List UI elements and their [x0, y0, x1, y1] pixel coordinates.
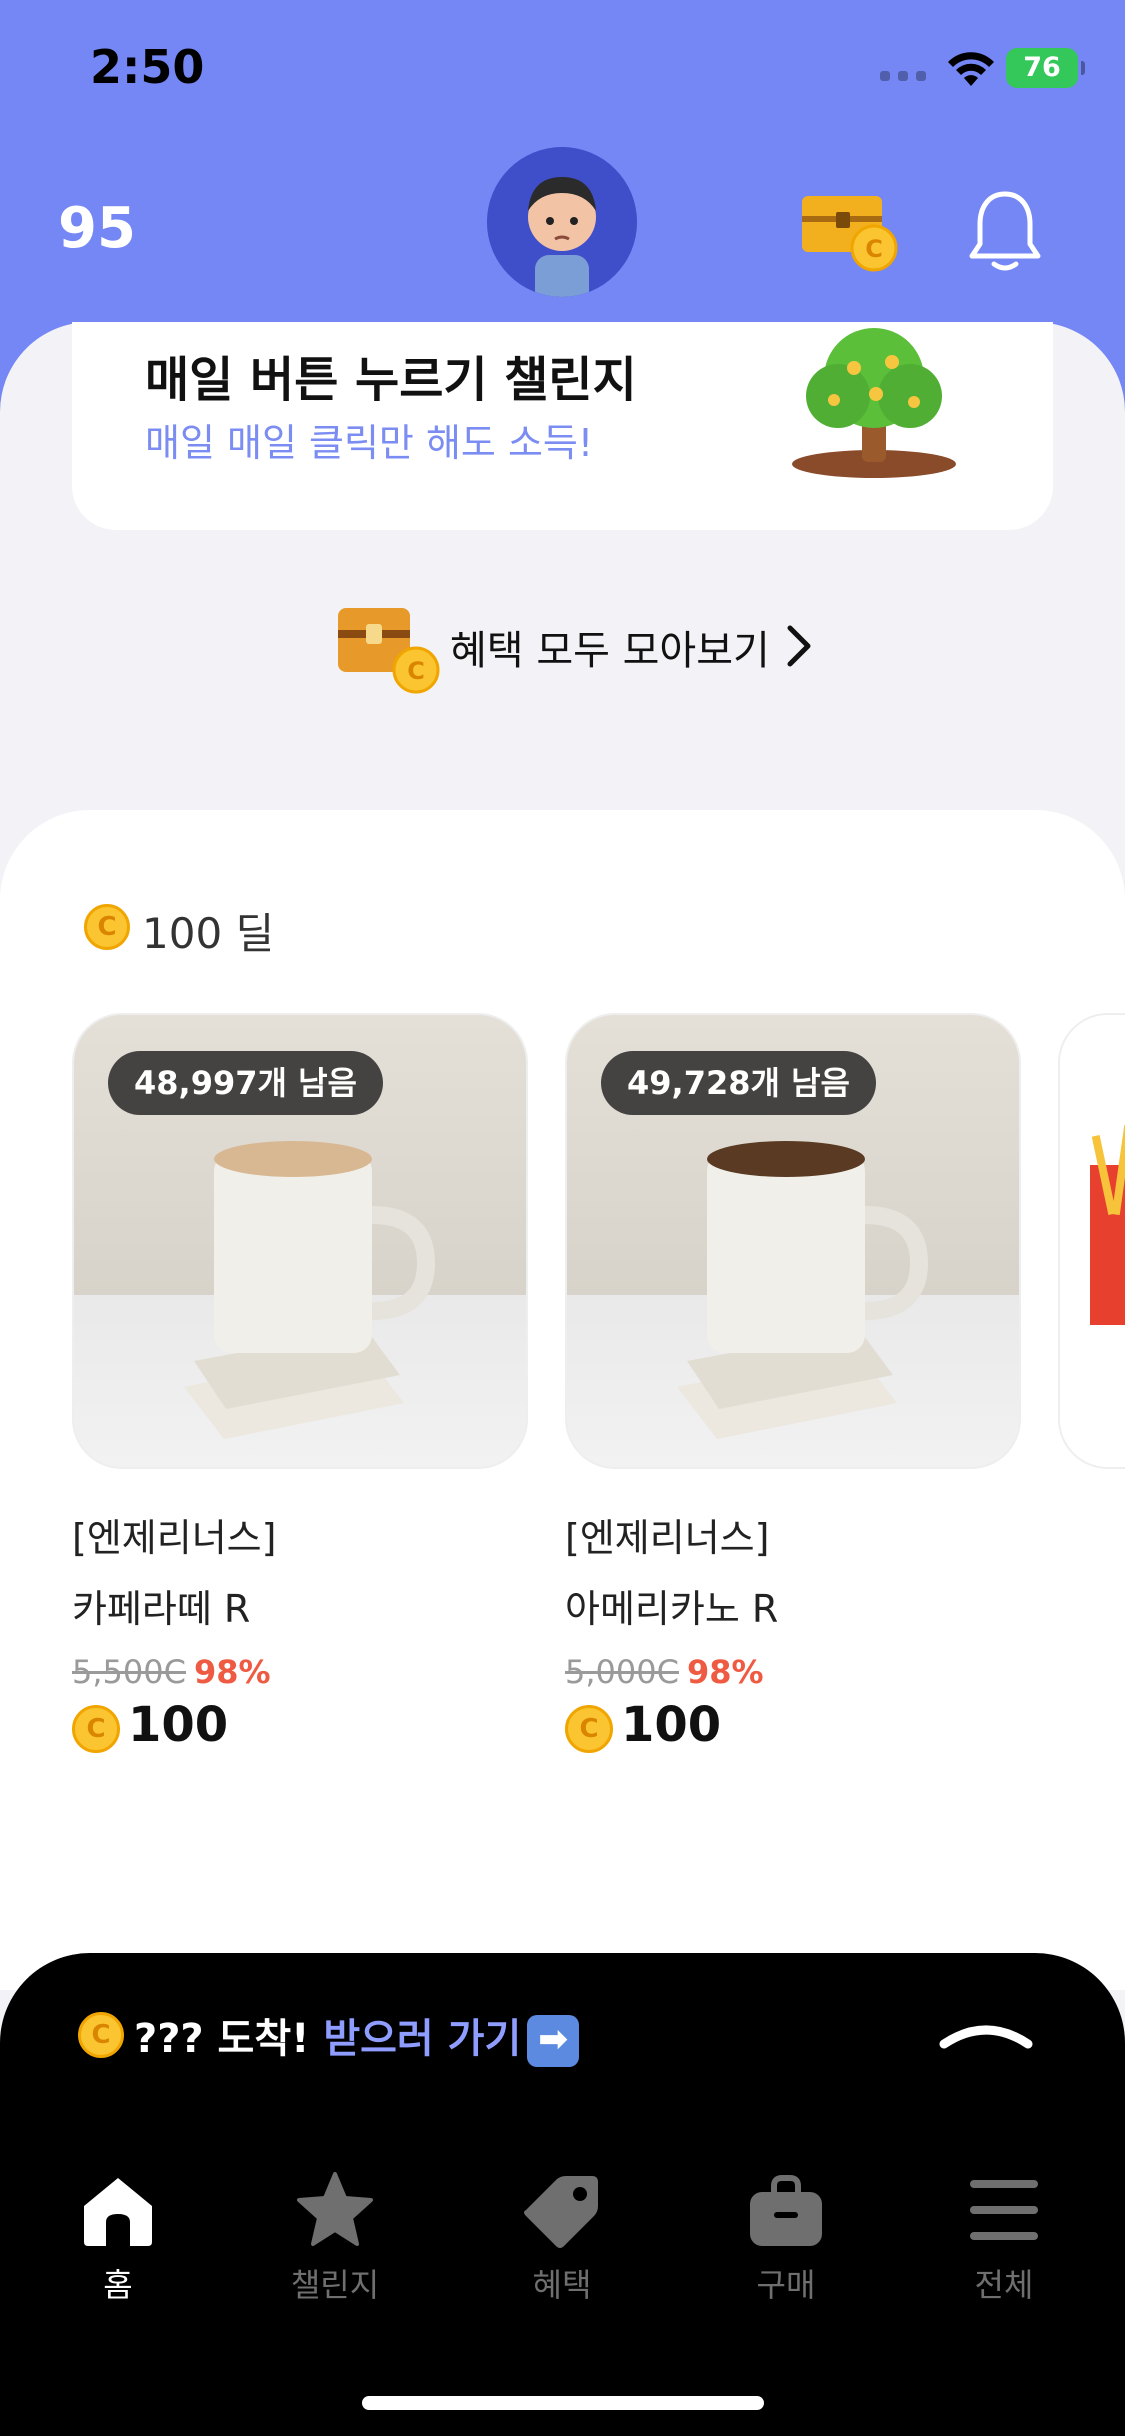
product-card[interactable]: 48,997개 남음 [엔제리너스] 카페라떼 R 5,500C 98% C 10…	[72, 1013, 528, 1753]
home-icon	[84, 2178, 152, 2246]
svg-text:C: C	[865, 235, 883, 263]
tab-label: 혜택	[532, 2266, 592, 2304]
tag-icon	[524, 2176, 598, 2248]
status-time: 2:50	[90, 40, 205, 94]
treasure-chest-icon: C	[334, 600, 442, 696]
star-icon	[297, 2172, 373, 2246]
chevron-right-icon	[786, 624, 812, 672]
bag-icon	[750, 2175, 822, 2246]
reward-notice-text: ??? 도착! 받으러 가기 ➡	[134, 2006, 580, 2067]
deals-title: 100 딜	[142, 909, 275, 958]
tab-benefits[interactable]: 혜택	[482, 2170, 642, 2310]
price-row: 5,500C 98%	[72, 1653, 528, 1691]
claim-reward-link[interactable]: 받으러 가기	[323, 2016, 521, 2062]
sale-price: 100	[128, 1697, 229, 1753]
reward-arrived-text: ??? 도착!	[134, 2016, 310, 2062]
view-all-benefits-link[interactable]: C 혜택 모두 모아보기	[334, 600, 814, 696]
bell-icon[interactable]	[966, 186, 1044, 276]
product-card[interactable]: 49,728개 남음 [엔제리너스] 아메리카노 R 5,000C 98% C 1…	[565, 1013, 1021, 1753]
coin-icon: C	[84, 904, 130, 950]
points-counter[interactable]: 95	[58, 196, 136, 261]
home-indicator	[362, 2396, 764, 2410]
chevron-up-icon[interactable]	[936, 2016, 1036, 2056]
original-price: 5,500C	[72, 1653, 186, 1691]
product-image: 48,997개 남음	[72, 1013, 528, 1469]
challenge-title: 매일 버튼 누르기 챌린지	[145, 352, 637, 408]
coin-icon: C	[565, 1705, 613, 1753]
discount-rate: 98%	[193, 1653, 271, 1691]
sale-price-row: C 100	[565, 1697, 1021, 1753]
product-card-peek[interactable]	[1058, 1013, 1125, 1469]
sale-price-row: C 100	[72, 1697, 528, 1753]
battery-indicator: 76	[1006, 48, 1085, 88]
tab-label: 구매	[756, 2266, 816, 2304]
tab-bar: 홈 챌린지 혜택 구매 전체	[0, 2170, 1125, 2310]
cellular-signal-icon	[880, 66, 934, 85]
product-name: 카페라떼 R	[72, 1587, 251, 1631]
product-brand: [엔제리너스]	[72, 1516, 277, 1560]
challenge-subtitle: 매일 매일 클릭만 해도 소득!	[145, 421, 594, 465]
product-name: 아메리카노 R	[565, 1587, 779, 1631]
tab-label: 전체	[974, 2266, 1034, 2304]
wifi-icon	[946, 50, 996, 94]
avatar[interactable]	[487, 147, 637, 297]
svg-text:C: C	[407, 657, 425, 685]
stock-remaining-badge: 49,728개 남음	[601, 1051, 876, 1115]
tab-home[interactable]: 홈	[38, 2170, 198, 2310]
treasure-chest-icon[interactable]: C	[798, 186, 904, 276]
tab-all[interactable]: 전체	[924, 2170, 1084, 2310]
product-image: 49,728개 남음	[565, 1013, 1021, 1469]
money-tree-icon	[784, 322, 964, 482]
menu-icon	[970, 2180, 1038, 2240]
original-price: 5,000C	[565, 1653, 679, 1691]
product-brand: [엔제리너스]	[565, 1516, 770, 1560]
coin-icon: C	[72, 1705, 120, 1753]
status-bar: 2:50 76	[0, 0, 1125, 140]
view-all-benefits-label: 혜택 모두 모아보기	[450, 628, 770, 674]
discount-rate: 98%	[686, 1653, 764, 1691]
price-row: 5,000C 98%	[565, 1653, 1021, 1691]
sale-price: 100	[621, 1697, 722, 1753]
coin-icon: C	[78, 2012, 124, 2058]
tab-label: 홈	[103, 2266, 133, 2304]
tab-challenge[interactable]: 챌린지	[255, 2170, 415, 2310]
stock-remaining-badge: 48,997개 남음	[108, 1051, 383, 1115]
arrow-right-icon: ➡	[527, 2015, 580, 2067]
tab-purchase[interactable]: 구매	[706, 2170, 866, 2310]
tab-label: 챌린지	[290, 2266, 380, 2304]
